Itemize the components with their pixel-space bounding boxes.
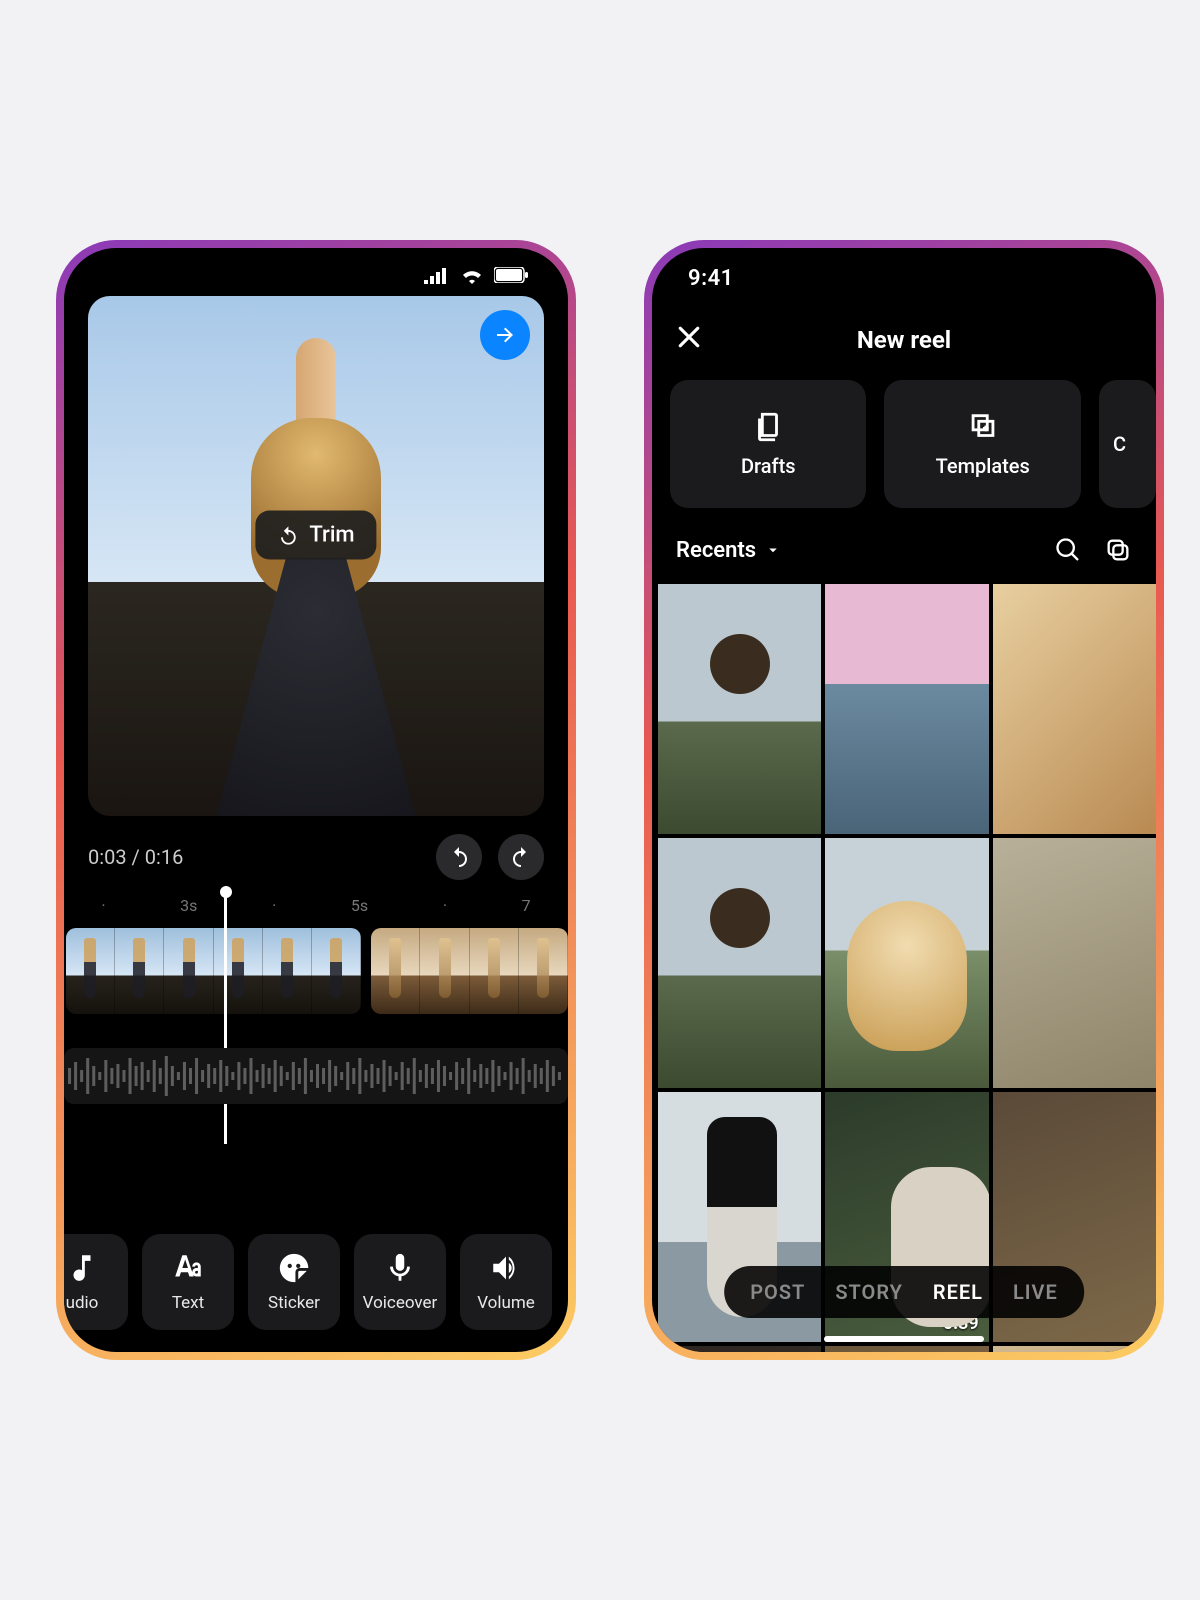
album-picker[interactable]: Recents (676, 538, 782, 563)
card-partial[interactable]: C (1099, 380, 1156, 508)
video-preview[interactable]: Trim (88, 296, 544, 816)
media-thumbnail[interactable] (993, 1346, 1156, 1352)
status-bar-right (424, 266, 528, 284)
media-thumbnail[interactable] (825, 838, 988, 1088)
phone-editor: Trim 0:03 / 0:16 · 3s (56, 240, 576, 1360)
tool-audio[interactable]: udio (64, 1234, 128, 1330)
microphone-icon (383, 1251, 417, 1285)
card-label: Drafts (741, 454, 796, 478)
tool-label: Sticker (268, 1293, 320, 1313)
tool-label: Volume (477, 1293, 535, 1313)
tool-label: udio (66, 1293, 99, 1313)
drafts-icon (751, 410, 785, 444)
sticker-icon (277, 1251, 311, 1285)
tool-volume[interactable]: Volume (460, 1234, 552, 1330)
timeline-ruler: · 3s · 5s · 7 (64, 896, 568, 924)
media-thumbnail[interactable] (658, 1346, 821, 1352)
redo-button[interactable] (498, 834, 544, 880)
card-drafts[interactable]: Drafts (670, 380, 866, 508)
mode-post[interactable]: POST (750, 1280, 805, 1304)
playback-time: 0:03 / 0:16 (88, 845, 183, 869)
timeline-filmstrip[interactable] (64, 928, 568, 1014)
card-label: C (1113, 432, 1126, 456)
mode-reel[interactable]: REEL (933, 1280, 983, 1304)
search-icon[interactable] (1054, 536, 1082, 564)
next-button[interactable] (480, 310, 530, 360)
multi-select-icon[interactable] (1104, 536, 1132, 564)
undo-icon (277, 524, 299, 546)
page-title: New reel (857, 326, 951, 354)
card-templates[interactable]: Templates (884, 380, 1080, 508)
undo-button[interactable] (436, 834, 482, 880)
timeline-clip[interactable] (66, 928, 361, 1014)
album-label: Recents (676, 538, 756, 563)
mode-live[interactable]: LIVE (1013, 1280, 1058, 1304)
media-thumbnail[interactable] (993, 838, 1156, 1088)
arrow-right-icon (493, 323, 517, 347)
preview-subject (226, 338, 406, 808)
header: New reel (652, 310, 1156, 370)
status-time: 9:41 (688, 266, 734, 291)
redo-icon (509, 845, 533, 869)
media-thumbnail[interactable] (658, 584, 821, 834)
tool-label: Text (172, 1293, 204, 1313)
tool-sticker[interactable]: Sticker (248, 1234, 340, 1330)
toolbar: udio Text Sticker Voiceover Volume (64, 1234, 568, 1330)
option-cards: Drafts Templates C (670, 380, 1156, 508)
trim-label: Trim (309, 523, 354, 548)
tool-label: Voiceover (363, 1293, 438, 1313)
cell-signal-icon (424, 266, 450, 284)
text-aa-icon (171, 1251, 205, 1285)
audio-waveform[interactable] (64, 1048, 568, 1104)
phone-picker: 9:41 New reel Drafts Templates C (644, 240, 1164, 1360)
close-button[interactable] (674, 322, 704, 358)
mode-bar: POST STORY REEL LIVE (724, 1266, 1084, 1318)
timeline-playhead[interactable] (224, 894, 227, 1144)
templates-icon (966, 410, 1000, 444)
timeline-clip[interactable] (371, 928, 568, 1014)
mode-story[interactable]: STORY (835, 1280, 903, 1304)
card-label: Templates (936, 454, 1030, 478)
close-icon (674, 322, 704, 352)
album-row: Recents (676, 536, 1132, 564)
media-grid: 0:39 (658, 584, 1156, 1352)
wifi-icon (460, 266, 484, 284)
trim-button[interactable]: Trim (255, 511, 376, 560)
volume-icon (489, 1251, 523, 1285)
music-note-icon (65, 1251, 99, 1285)
tool-voiceover[interactable]: Voiceover (354, 1234, 446, 1330)
media-thumbnail[interactable] (993, 584, 1156, 834)
home-indicator (824, 1336, 984, 1342)
undo-icon (447, 845, 471, 869)
chevron-down-icon (764, 541, 782, 559)
battery-icon (494, 267, 528, 283)
media-thumbnail[interactable] (658, 838, 821, 1088)
media-thumbnail[interactable] (825, 584, 988, 834)
tool-text[interactable]: Text (142, 1234, 234, 1330)
time-row: 0:03 / 0:16 (88, 834, 544, 880)
media-thumbnail[interactable] (825, 1346, 988, 1352)
